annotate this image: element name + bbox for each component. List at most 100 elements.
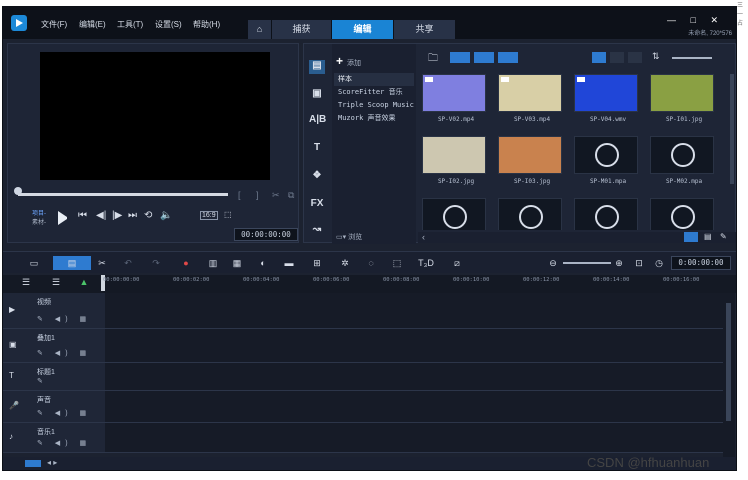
zoom-in-icon[interactable]: ⊕ [613,256,625,270]
enlarge-icon[interactable]: ⧉ [288,190,294,201]
media-icon[interactable]: ▤ [309,60,325,74]
redo-icon[interactable]: ↷ [149,256,163,270]
preview-timecode[interactable]: 00:00:00:00 [234,228,298,241]
go-start-icon[interactable]: ⏮ [78,210,87,221]
mark-out-icon[interactable]: ] [256,190,259,200]
menu-settings[interactable]: 设置(S) [155,19,193,30]
multi-camera-icon[interactable]: ⊞ [309,256,325,270]
timeline-scrollbar[interactable] [723,293,735,457]
motion-icon[interactable]: ↝ [309,224,325,238]
media-thumbnail[interactable]: SP-I02.jpg [418,132,486,192]
timeline-timecode[interactable]: 0:00:00:00 [671,256,731,270]
menu-file[interactable]: 文件(F) [41,19,79,30]
track-lane[interactable] [105,293,723,329]
track-manager-icon[interactable]: ☰ [19,275,33,289]
tab-capture[interactable]: 捕获 [272,20,332,39]
timeline-scroll-thumb[interactable] [726,303,731,421]
split-icon[interactable]: ✂ [272,190,280,201]
tab-share[interactable]: 共享 [394,20,456,39]
media-thumbnail[interactable]: SP-M02.mpa [646,132,714,192]
show-photo-button[interactable] [474,52,494,63]
track-header[interactable]: 🎤 声音 ✎ ◀) ▦ [3,391,105,423]
timeline-zoom-slider[interactable] [563,262,611,264]
timeline-view-icon[interactable]: ▤ [53,256,91,270]
instant-project-icon[interactable]: ▣ [309,88,325,102]
resize-icon[interactable]: ⬚ [224,210,232,219]
folder-item[interactable]: Triple Scoop Music [334,99,414,112]
play-icon[interactable] [58,211,72,225]
browse-button[interactable]: ▭▾ 浏览 [336,232,362,242]
sort-icon[interactable]: ⇅ [652,51,660,62]
media-thumbnail[interactable]: SP-M01.mpa [570,132,638,192]
tab-edit[interactable]: 编辑 [332,20,394,39]
detail-view-button[interactable] [628,52,642,63]
menu-tools[interactable]: 工具(T) [117,19,155,30]
folder-item[interactable]: ScoreFitter 音乐 [334,86,414,99]
undo-icon[interactable]: ↶ [121,256,135,270]
list-view-button[interactable] [610,52,624,63]
track-lane[interactable] [105,391,723,423]
media-thumbnail[interactable] [418,194,486,230]
track-header[interactable]: ▶ 视频 ✎ ◀) ▦ [3,293,105,329]
title-icon[interactable]: T [309,142,325,156]
import-folder-icon[interactable]: 🗀 [428,51,438,68]
track-controls[interactable]: ✎ ◀) ▦ [37,409,91,417]
next-frame-icon[interactable]: |▶ [112,210,122,221]
menu-help[interactable]: 帮助(H) [193,19,231,30]
folder-item[interactable]: Muzork 声音效果 [334,112,414,125]
track-header[interactable]: T 标题1 ✎ [3,363,105,391]
aspect-ratio-select[interactable]: 16:9 [200,211,218,220]
add-folder-button[interactable]: + 添加 [336,54,361,68]
options-icon[interactable]: ▤ [704,232,712,241]
library-view-button[interactable] [684,232,698,242]
filter-icon[interactable]: FX [309,198,325,212]
record-icon[interactable]: ● [179,256,193,270]
media-thumbnail[interactable] [494,194,562,230]
preview-mode[interactable]: 项目- 素材- [32,210,46,228]
motion-tracking-icon[interactable]: ◐ [255,256,271,270]
media-thumbnail[interactable]: SP-I01.jpg [646,70,714,130]
track-lane[interactable] [105,363,723,391]
library-scrollbar[interactable] [730,74,734,184]
go-end-icon[interactable]: ⏭ [128,210,137,221]
volume-icon[interactable]: 🔈 [160,210,172,221]
chapter-icon[interactable]: ☰ [49,275,63,289]
auto-music-icon[interactable]: ▦ [229,256,245,270]
window-controls[interactable]: — □ ✕ [667,15,724,26]
track-controls[interactable]: ✎ [37,377,48,385]
show-audio-button[interactable] [498,52,518,63]
mark-in-icon[interactable]: [ [238,190,241,200]
add-cue-icon[interactable]: ▲ [77,275,91,289]
toolbar-options-icon[interactable]: ✂ [95,256,109,270]
scroll-left-zone[interactable] [25,460,41,467]
media-thumbnail[interactable]: SP-V04.wmv [570,70,638,130]
media-thumbnail[interactable] [646,194,714,230]
split-screen-icon[interactable]: ⧄ [449,256,465,270]
preview-scrub-bar[interactable] [18,193,228,196]
media-thumbnail[interactable]: SP-V02.mp4 [418,70,486,130]
repeat-icon[interactable]: ⟲ [144,210,152,221]
mask-creator-icon[interactable]: ◌ [363,256,379,270]
project-mode[interactable]: 项目- [32,210,46,219]
track-lane[interactable] [105,329,723,363]
media-thumbnail[interactable]: SP-I03.jpg [494,132,562,192]
scroll-arrows-icon[interactable]: ◂ ▸ [47,458,57,467]
storyboard-view-icon[interactable]: ▭ [25,256,43,270]
tab-home[interactable]: ⌂ [248,20,272,39]
media-thumbnail[interactable] [570,194,638,230]
collapse-icon[interactable]: ‹ [422,232,425,242]
menu-edit[interactable]: 编辑(E) [79,19,117,30]
prev-frame-icon[interactable]: ◀| [96,210,106,221]
3d-title-icon[interactable]: T₃D [417,256,435,270]
edit-icon[interactable]: ✎ [720,232,727,241]
track-header[interactable]: ♪ 音乐1 ✎ ◀) ▦ [3,423,105,453]
track-controls[interactable]: ✎ ◀) ▦ [37,315,91,323]
scrub-handle[interactable] [14,187,22,195]
media-thumbnail[interactable]: SP-V03.mp4 [494,70,562,130]
graphics-icon[interactable]: ❖ [309,170,325,184]
track-header[interactable]: ▣ 叠加1 ✎ ◀) ▦ [3,329,105,363]
timeline-ruler[interactable]: ☰ ☰ ▲ 00:00:00:00 00:00:02:00 00:00:04:00 0… [3,275,736,293]
thumbnail-view-button[interactable] [592,52,606,63]
track-lane[interactable] [105,423,723,453]
thumb-size-slider[interactable] [672,57,712,59]
